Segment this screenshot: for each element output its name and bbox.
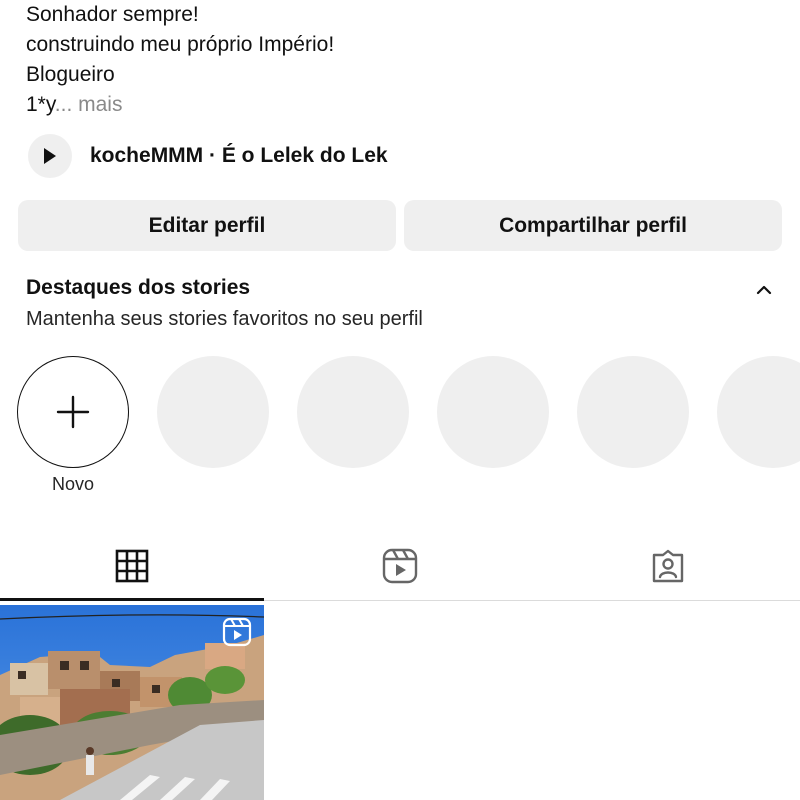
tagged-icon — [652, 549, 684, 583]
chevron-up-icon — [756, 285, 772, 295]
bio-more-link[interactable]: ... mais — [55, 93, 123, 116]
highlights-collapse-toggle[interactable] — [752, 278, 776, 302]
bio-line-truncated: 1*y... mais — [26, 90, 334, 120]
highlight-placeholder — [437, 356, 549, 468]
profile-tabs — [0, 530, 800, 602]
highlight-placeholder — [297, 356, 409, 468]
bio-line-text: 1*y — [26, 93, 55, 116]
plus-icon — [56, 395, 90, 429]
play-icon — [44, 148, 56, 164]
tab-grid[interactable] — [0, 530, 264, 602]
profile-bio: Sonhador sempre! construindo meu próprio… — [26, 0, 334, 120]
highlights-subtitle: Mantenha seus stories favoritos no seu p… — [26, 308, 423, 330]
highlights-title: Destaques dos stories — [26, 276, 251, 299]
share-profile-button[interactable]: Compartilhar perfil — [404, 200, 782, 251]
bio-line: Sonhador sempre! — [26, 3, 199, 26]
reel-icon — [222, 617, 252, 652]
reels-icon — [382, 548, 418, 584]
tab-reels[interactable] — [268, 530, 532, 602]
post-thumbnail[interactable] — [0, 605, 264, 800]
grid-icon — [115, 549, 149, 583]
highlight-placeholder — [717, 356, 800, 468]
active-tab-indicator — [0, 598, 264, 601]
highlight-placeholder — [157, 356, 269, 468]
edit-profile-button[interactable]: Editar perfil — [18, 200, 396, 251]
music-title[interactable]: kocheMMM · É o Lelek do Lek — [90, 144, 388, 168]
highlight-placeholder — [577, 356, 689, 468]
tab-tagged[interactable] — [536, 530, 800, 602]
new-highlight-button[interactable] — [17, 356, 129, 468]
music-play-button[interactable] — [28, 134, 72, 178]
bio-line: construindo meu próprio Império! — [26, 33, 335, 56]
profile-music: kocheMMM · É o Lelek do Lek — [28, 134, 388, 178]
new-highlight-label: Novo — [51, 474, 95, 494]
bio-line: Blogueiro — [26, 63, 115, 86]
